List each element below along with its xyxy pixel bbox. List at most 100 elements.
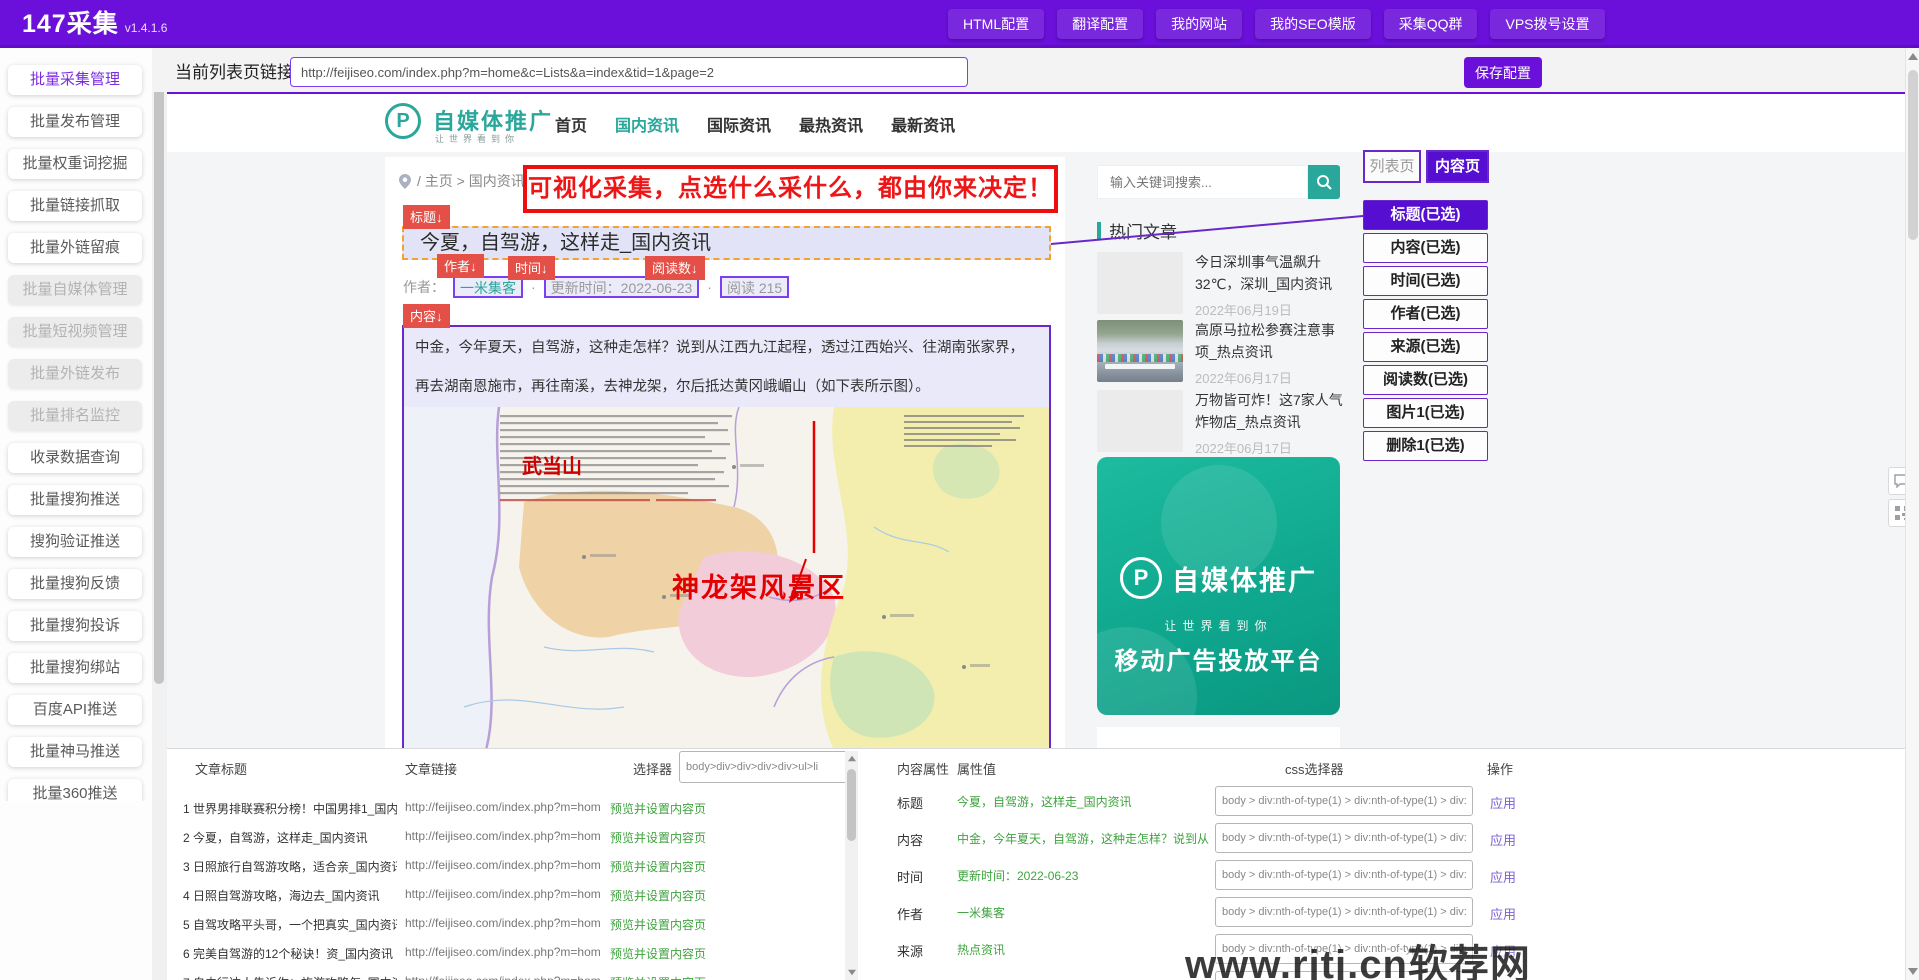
main-scroll-up-arrow[interactable] <box>1908 53 1918 60</box>
hot-article-item[interactable]: 今日深圳事气温飙升32℃，深圳_国内资讯 2022年06月19日 <box>1097 252 1347 319</box>
chat-widget-button[interactable] <box>1888 467 1905 495</box>
preview-set-content-link[interactable]: 预览并设置内容页 <box>610 916 706 933</box>
apply-button[interactable]: 应用 <box>1490 793 1516 812</box>
main-scroll-thumb[interactable] <box>1908 70 1918 240</box>
attr-value: 今夏，自驾游，这样走_国内资讯 <box>957 793 1210 810</box>
preview-set-content-link[interactable]: 预览并设置内容页 <box>610 858 706 875</box>
search-button[interactable] <box>1308 165 1340 199</box>
attr-value: 更新时间：2022-06-23 <box>957 867 1210 884</box>
selected-content-block[interactable]: 中金，今年夏天，自驾游，这种走怎样？说到从江西九江起程，透过江西始兴、往湖南张家… <box>402 325 1051 748</box>
tab-list-page[interactable]: 列表页 <box>1363 150 1421 183</box>
sidebar-item-link-grab[interactable]: 批量链接抓取 <box>8 191 142 221</box>
topnav-html-config[interactable]: HTML配置 <box>948 9 1044 39</box>
apply-button[interactable]: 应用 <box>1490 867 1516 886</box>
preview-set-content-link[interactable]: 预览并设置内容页 <box>610 800 706 817</box>
hot-article-thumbnail <box>1097 252 1183 314</box>
field-time-selected[interactable]: 时间(已选) <box>1363 266 1488 296</box>
sidebar-item-baidu-api-push[interactable]: 百度API推送 <box>8 695 142 725</box>
hot-article-title[interactable]: 万物皆可炸！这7家人气炸物店_热点资讯 <box>1195 390 1347 433</box>
sidebar-item-sogou-complaint[interactable]: 批量搜狗投诉 <box>8 611 142 641</box>
site-nav: 首页 国内资讯 国际资讯 最热资讯 最新资讯 <box>555 112 955 136</box>
qr-code-icon <box>1895 506 1905 520</box>
css-selector-input[interactable] <box>1215 860 1473 890</box>
field-reads-selected[interactable]: 阅读数(已选) <box>1363 365 1488 395</box>
main-scroll-down-arrow[interactable] <box>1908 968 1918 975</box>
hot-articles-header: 热门文章 <box>1097 218 1177 243</box>
capture-banner: 可视化采集，点选什么采什么，都由你来决定！ <box>523 165 1058 213</box>
field-title-selected[interactable]: 标题(已选) <box>1363 200 1488 230</box>
hot-article-item[interactable]: 高原马拉松参赛注意事项_热点资讯 2022年06月17日 <box>1097 320 1347 387</box>
list-table-scrollbar[interactable] <box>845 751 858 980</box>
site-nav-domestic-news[interactable]: 国内资讯 <box>615 112 679 136</box>
list-scroll-down-arrow[interactable] <box>848 970 856 976</box>
row-article-title: 2 今夏，自驾游，这样走_国内资讯 <box>183 829 397 846</box>
sidebar-item-shenma-push[interactable]: 批量神马推送 <box>8 737 142 767</box>
title-tag[interactable]: 标题↓ <box>403 205 450 229</box>
preview-set-content-link[interactable]: 预览并设置内容页 <box>610 945 706 962</box>
sidebar-item-keyword-mining[interactable]: 批量权重词挖掘 <box>8 149 142 179</box>
hot-article-thumbnail <box>1097 390 1183 452</box>
selected-title-block[interactable]: 今夏，自驾游，这样走_国内资讯 <box>402 226 1051 260</box>
current-list-url-input[interactable] <box>290 57 968 87</box>
site-nav-intl-news[interactable]: 国际资讯 <box>707 112 771 136</box>
sidebar-item-sogou-verify-push[interactable]: 搜狗验证推送 <box>8 527 142 557</box>
route-map-image[interactable]: 武当山 神龙架风景区 <box>404 407 1049 748</box>
sidebar-scroll-thumb[interactable] <box>154 74 164 684</box>
sidebar-item-backlink-trace[interactable]: 批量外链留痕 <box>8 233 142 263</box>
sidebar-item-backlink-publish: 批量外链发布 <box>8 359 142 389</box>
preview-set-content-link[interactable]: 预览并设置内容页 <box>610 829 706 846</box>
field-image1-selected[interactable]: 图片1(已选) <box>1363 398 1488 428</box>
time-tag[interactable]: 时间↓ <box>508 256 555 280</box>
site-nav-hot-news[interactable]: 最热资讯 <box>799 112 863 136</box>
topnav-qq-group[interactable]: 采集QQ群 <box>1384 9 1478 39</box>
sidebar-item-sogou-feedback[interactable]: 批量搜狗反馈 <box>8 569 142 599</box>
sidebar-item-batch-publish[interactable]: 批量发布管理 <box>8 107 142 137</box>
main-scrollbar[interactable] <box>1905 48 1919 980</box>
author-tag[interactable]: 作者↓ <box>437 254 484 278</box>
site-nav-home[interactable]: 首页 <box>555 112 587 136</box>
site-tagline: 让世界看到你 <box>435 132 519 145</box>
article-list-row: 1 世界男排联赛积分榜！中国男排1_国内资讯 http://feijiseo.c… <box>167 794 867 823</box>
field-content-selected[interactable]: 内容(已选) <box>1363 233 1488 263</box>
hot-article-title[interactable]: 今日深圳事气温飙升32℃，深圳_国内资讯 <box>1195 252 1347 295</box>
reads-tag[interactable]: 阅读数↓ <box>645 256 705 280</box>
field-source-selected[interactable]: 来源(已选) <box>1363 332 1488 362</box>
css-selector-input[interactable] <box>1215 897 1473 927</box>
sidebar-item-index-query[interactable]: 收录数据查询 <box>8 443 142 473</box>
selected-reads-block[interactable]: 阅读 215 <box>720 276 789 298</box>
topnav-seo-templates[interactable]: 我的SEO模版 <box>1255 9 1371 39</box>
save-config-button[interactable]: 保存配置 <box>1464 57 1542 88</box>
apply-button[interactable]: 应用 <box>1490 904 1516 923</box>
field-delete1-selected[interactable]: 删除1(已选) <box>1363 431 1488 461</box>
sidebar-item-sogou-bind[interactable]: 批量搜狗绑站 <box>8 653 142 683</box>
list-scroll-up-arrow[interactable] <box>848 756 856 762</box>
preview-set-content-link[interactable]: 预览并设置内容页 <box>610 974 706 980</box>
content-tag[interactable]: 内容↓ <box>403 304 450 328</box>
css-selector-input[interactable] <box>1215 823 1473 853</box>
sidebar-item-sogou-push[interactable]: 批量搜狗推送 <box>8 485 142 515</box>
list-scroll-thumb[interactable] <box>847 769 856 841</box>
ad-brand: 自媒体推广 <box>1172 559 1317 598</box>
topnav-vps-dial[interactable]: VPS拨号设置 <box>1490 9 1604 39</box>
row-article-link: http://feijiseo.com/index.php?m=home&c=V… <box>405 945 601 959</box>
field-author-selected[interactable]: 作者(已选) <box>1363 299 1488 329</box>
topnav-translate-config[interactable]: 翻译配置 <box>1057 9 1143 39</box>
search-input[interactable] <box>1097 165 1308 199</box>
author-label: 作者： <box>403 277 445 297</box>
tab-content-page[interactable]: 内容页 <box>1426 150 1489 183</box>
article-card: / 主页 > 国内资讯 可视化采集，点选什么采什么，都由你来决定！ 标题↓ 今夏… <box>385 157 1065 748</box>
site-nav-latest-news[interactable]: 最新资讯 <box>891 112 955 136</box>
apply-button[interactable]: 应用 <box>1490 830 1516 849</box>
qr-widget-button[interactable] <box>1888 499 1905 527</box>
sidebar-item-360-push[interactable]: 批量360推送 <box>8 779 142 801</box>
sidebar-scrollbar[interactable] <box>152 48 166 801</box>
preview-set-content-link[interactable]: 预览并设置内容页 <box>610 887 706 904</box>
hot-article-title[interactable]: 高原马拉松参赛注意事项_热点资讯 <box>1195 320 1347 363</box>
sidebar-item-batch-collect[interactable]: 批量采集管理 <box>8 65 142 95</box>
list-selector-input[interactable] <box>679 751 851 783</box>
hot-article-item[interactable]: 万物皆可炸！这7家人气炸物店_热点资讯 2022年06月17日 <box>1097 390 1347 457</box>
css-selector-input[interactable] <box>1215 786 1473 816</box>
topnav-my-sites[interactable]: 我的网站 <box>1156 9 1242 39</box>
ad-banner[interactable]: P 自媒体推广 让世界看到你 移动广告投放平台 <box>1097 457 1340 715</box>
article-list-row: 2 今夏，自驾游，这样走_国内资讯 http://feijiseo.com/in… <box>167 823 867 852</box>
